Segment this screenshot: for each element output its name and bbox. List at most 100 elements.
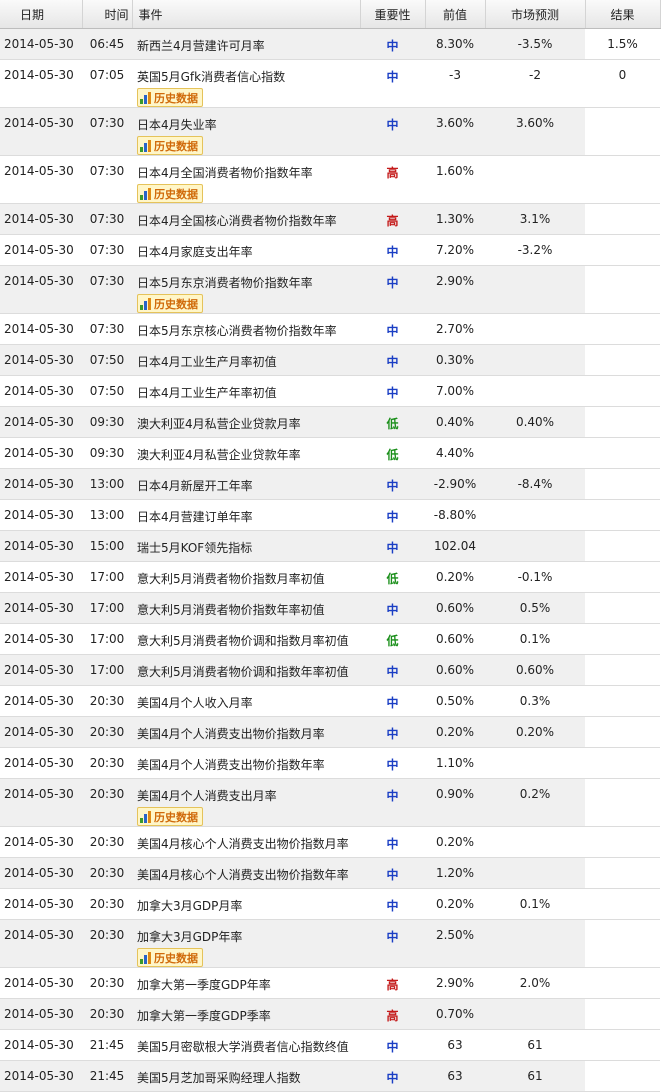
cell-time: 07:30 xyxy=(82,234,132,266)
cell-date: 2014-05-30 xyxy=(0,1029,82,1061)
bar-chart-icon xyxy=(140,810,151,823)
header-previous[interactable]: 前值 xyxy=(425,0,486,29)
cell-forecast: 3.60% xyxy=(485,107,585,156)
cell-importance-text: 中 xyxy=(386,355,399,369)
table-row: 2014-05-30 07:30 日本5月东京消费者物价指数年率 历史数据 中 2.90% xyxy=(0,265,660,314)
cell-time: 17:00 xyxy=(82,623,132,655)
header-time[interactable]: 时间 xyxy=(82,0,133,29)
cell-result xyxy=(585,857,660,889)
cell-time: 13:00 xyxy=(82,499,132,531)
history-data-button[interactable]: 历史数据 xyxy=(137,88,203,107)
cell-time-text: 13:00 xyxy=(89,508,125,522)
history-data-button[interactable]: 历史数据 xyxy=(137,294,203,313)
cell-date-text: 2014-05-30 xyxy=(4,243,74,257)
table-row: 2014-05-30 07:30 日本4月家庭支出年率 中 7.20% -3.2% xyxy=(0,234,660,266)
cell-time-text: 20:30 xyxy=(89,835,125,849)
cell-event: 美国4月核心个人消费支出物价指数月率 xyxy=(132,826,360,858)
cell-forecast xyxy=(485,919,585,968)
cell-date-text: 2014-05-30 xyxy=(4,539,74,553)
cell-date: 2014-05-30 xyxy=(0,234,82,266)
cell-importance-text: 中 xyxy=(386,1071,399,1085)
cell-time: 07:50 xyxy=(82,375,132,407)
cell-importance-text: 中 xyxy=(386,541,399,555)
cell-previous-text: 2.90% xyxy=(435,274,475,288)
cell-previous: 1.30% xyxy=(425,203,485,235)
cell-date: 2014-05-30 xyxy=(0,530,82,562)
header-importance[interactable]: 重要性 xyxy=(360,0,426,29)
cell-date-text: 2014-05-30 xyxy=(4,787,74,801)
cell-result xyxy=(585,747,660,779)
cell-previous-text: 1.60% xyxy=(435,164,475,178)
cell-time: 06:45 xyxy=(82,28,132,60)
cell-importance: 中 xyxy=(360,313,425,345)
cell-date: 2014-05-30 xyxy=(0,967,82,999)
cell-date-text: 2014-05-30 xyxy=(4,694,74,708)
cell-previous: 0.40% xyxy=(425,406,485,438)
cell-importance: 中 xyxy=(360,28,425,60)
cell-importance: 中 xyxy=(360,234,425,266)
cell-time: 20:30 xyxy=(82,857,132,889)
cell-time-text: 17:00 xyxy=(89,601,125,615)
header-date[interactable]: 日期 xyxy=(0,0,83,29)
cell-result-text: 1.5% xyxy=(607,37,638,51)
cell-previous: 7.00% xyxy=(425,375,485,407)
cell-result xyxy=(585,344,660,376)
cell-event-text: 意大利5月消费者物价调和指数年率初值 xyxy=(137,665,349,679)
table-row: 2014-05-30 20:30 美国4月个人消费支出月率 历史数据 中 0.90% 0.2… xyxy=(0,778,660,827)
history-data-button[interactable]: 历史数据 xyxy=(137,807,203,826)
cell-date: 2014-05-30 xyxy=(0,685,82,717)
cell-time: 20:30 xyxy=(82,716,132,748)
cell-result xyxy=(585,998,660,1030)
history-data-button[interactable]: 历史数据 xyxy=(137,948,203,967)
cell-forecast: 61 xyxy=(485,1060,585,1092)
cell-event-text: 美国4月个人收入月率 xyxy=(137,696,253,710)
bar-chart-icon xyxy=(140,139,151,152)
cell-result xyxy=(585,778,660,827)
cell-date-text: 2014-05-30 xyxy=(4,415,74,429)
cell-event-text: 澳大利亚4月私营企业贷款年率 xyxy=(137,448,301,462)
cell-importance-text: 高 xyxy=(386,214,399,228)
cell-time: 07:30 xyxy=(82,313,132,345)
cell-importance: 中 xyxy=(360,375,425,407)
cell-time-text: 06:45 xyxy=(89,37,125,51)
cell-importance: 中 xyxy=(360,59,425,108)
cell-previous-text: -2.90% xyxy=(433,477,477,491)
cell-importance-text: 中 xyxy=(386,39,399,53)
history-data-button[interactable]: 历史数据 xyxy=(137,184,203,203)
header-event[interactable]: 事件 xyxy=(132,0,361,29)
header-result[interactable]: 结果 xyxy=(585,0,661,29)
cell-time-text: 07:30 xyxy=(89,243,125,257)
cell-result xyxy=(585,967,660,999)
history-data-button[interactable]: 历史数据 xyxy=(137,136,203,155)
header-forecast[interactable]: 市场预测 xyxy=(485,0,586,29)
cell-time-text: 07:30 xyxy=(89,274,125,288)
cell-previous-text: 0.60% xyxy=(435,663,475,677)
cell-forecast-text: -3.2% xyxy=(517,243,553,257)
cell-previous: 0.60% xyxy=(425,592,485,624)
cell-previous: -3 xyxy=(425,59,485,108)
cell-event: 日本4月营建订单年率 xyxy=(132,499,360,531)
cell-forecast: 0.5% xyxy=(485,592,585,624)
cell-event-text: 加拿大第一季度GDP年率 xyxy=(137,978,271,992)
cell-event: 美国4月个人收入月率 xyxy=(132,685,360,717)
cell-result xyxy=(585,107,660,156)
cell-time-text: 20:30 xyxy=(89,787,125,801)
cell-result: 0 xyxy=(585,59,660,108)
table-row: 2014-05-30 17:00 意大利5月消费者物价指数月率初值 低 0.20% -0.… xyxy=(0,561,660,593)
table-row: 2014-05-30 20:30 美国4月核心个人消费支出物价指数年率 中 1.20% xyxy=(0,857,660,889)
cell-time-text: 07:50 xyxy=(89,353,125,367)
cell-previous-text: 63 xyxy=(447,1069,463,1083)
cell-importance-text: 高 xyxy=(386,166,399,180)
table-row: 2014-05-30 20:30 美国4月个人收入月率 中 0.50% 0.3% xyxy=(0,685,660,717)
cell-time-text: 17:00 xyxy=(89,632,125,646)
cell-result xyxy=(585,234,660,266)
cell-importance-text: 中 xyxy=(386,696,399,710)
history-data-label: 历史数据 xyxy=(154,139,198,153)
cell-time-text: 17:00 xyxy=(89,663,125,677)
cell-event: 瑞士5月KOF领先指标 xyxy=(132,530,360,562)
cell-importance-text: 中 xyxy=(386,899,399,913)
cell-date: 2014-05-30 xyxy=(0,592,82,624)
cell-previous: -2.90% xyxy=(425,468,485,500)
cell-forecast xyxy=(485,998,585,1030)
cell-event-text: 意大利5月消费者物价指数年率初值 xyxy=(137,603,325,617)
